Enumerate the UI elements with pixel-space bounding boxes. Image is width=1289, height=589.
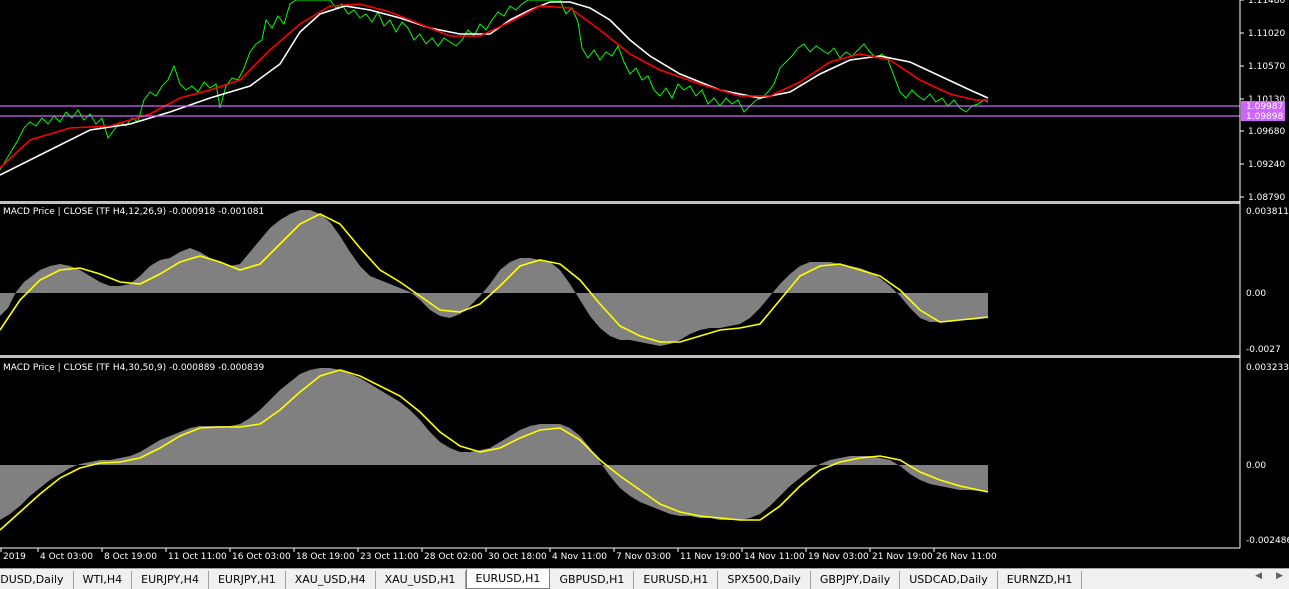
time-tick-label: 7 Nov 03:00 bbox=[616, 552, 671, 562]
macd1-title: MACD Price | CLOSE (TF H4,12,26,9) -0.00… bbox=[3, 207, 264, 217]
macd-histogram bbox=[0, 368, 988, 520]
chart-tab[interactable]: GBPUSD,H1 bbox=[550, 571, 635, 589]
time-tick-label: 8 Oct 19:00 bbox=[104, 552, 157, 562]
chart-tab[interactable]: WTI,H4 bbox=[74, 571, 133, 589]
chart-tab[interactable]: GBPJPY,Daily bbox=[811, 571, 901, 589]
time-tick-label: 18 Oct 19:00 bbox=[296, 552, 355, 562]
price-pane[interactable] bbox=[0, 0, 1240, 201]
chart-tab[interactable]: JDUSD,Daily bbox=[0, 571, 74, 589]
scroll-left-icon[interactable]: ◀ bbox=[1255, 571, 1262, 581]
macd2-axis-label: -0.002486 bbox=[1246, 536, 1289, 546]
chart-tab[interactable]: EURUSD,H1 bbox=[465, 569, 551, 589]
price-tick-label: 1.11480 bbox=[1248, 0, 1285, 6]
time-tick-label: 11 Nov 19:00 bbox=[680, 552, 741, 562]
time-axis[interactable]: 2019 4 Oct 03:00 8 Oct 19:00 11 Oct 11:00 16… bbox=[0, 548, 997, 562]
macd2-axis-label: 0.00 bbox=[1246, 461, 1266, 471]
chart-tab[interactable]: XAU_USD,H4 bbox=[286, 571, 376, 589]
macd2-axis-label: 0.003233 bbox=[1246, 363, 1289, 373]
chart-tab[interactable]: EURJPY,H1 bbox=[209, 571, 286, 589]
macd-pane-1[interactable] bbox=[0, 210, 989, 346]
pane-separator[interactable] bbox=[0, 355, 1289, 358]
chart-tab[interactable]: XAU_USD,H1 bbox=[376, 571, 466, 589]
chart-area[interactable]: 1.114801.110201.105701.101301.096801.092… bbox=[0, 0, 1289, 568]
price-tick-label: 1.10570 bbox=[1248, 62, 1285, 72]
time-tick-label: 16 Oct 03:00 bbox=[232, 552, 291, 562]
price-box-label: 1.09987 bbox=[1246, 102, 1283, 112]
time-tick-label: 28 Oct 02:00 bbox=[424, 552, 483, 562]
tab-scroll-buttons: ◀ ▶ bbox=[1255, 571, 1283, 581]
price-tick-label: 1.08790 bbox=[1248, 193, 1285, 203]
chart-tab[interactable]: EURUSD,H1 bbox=[634, 571, 719, 589]
time-tick-label: 21 Nov 19:00 bbox=[872, 552, 933, 562]
pane-separator[interactable] bbox=[0, 201, 1289, 204]
time-tick-label: 30 Oct 18:00 bbox=[488, 552, 547, 562]
time-tick-label: 19 Nov 03:00 bbox=[808, 552, 869, 562]
macd1-axis-label: -0.0027 bbox=[1246, 345, 1281, 355]
time-tick-label: 2019 bbox=[3, 552, 26, 562]
price-box-label: 1.09898 bbox=[1246, 112, 1283, 122]
time-tick-label: 4 Nov 11:00 bbox=[552, 552, 607, 562]
macd1-axis-label: 0.00 bbox=[1246, 289, 1266, 299]
price-tick-label: 1.09680 bbox=[1248, 127, 1285, 137]
macd-pane-2[interactable] bbox=[0, 368, 989, 531]
macd-histogram bbox=[0, 210, 988, 346]
price-label-boxes: 1.09987 1.09898 bbox=[1241, 101, 1285, 122]
time-tick-label: 11 Oct 11:00 bbox=[168, 552, 227, 562]
price-tick-label: 1.09240 bbox=[1248, 160, 1285, 170]
macd1-axis-label: 0.003811 bbox=[1246, 207, 1289, 217]
chart-tab[interactable]: EURJPY,H4 bbox=[132, 571, 209, 589]
price-tick-label: 1.11020 bbox=[1248, 29, 1285, 39]
chart-tab-bar: JDUSD,Daily WTI,H4 EURJPY,H4 EURJPY,H1 XAU_U… bbox=[0, 568, 1289, 589]
chart-tab[interactable]: EURNZD,H1 bbox=[998, 571, 1083, 589]
time-tick-label: 26 Nov 11:00 bbox=[936, 552, 997, 562]
macd2-title: MACD Price | CLOSE (TF H4,30,50,9) -0.00… bbox=[3, 363, 265, 373]
chart-tab[interactable]: SPX500,Daily bbox=[718, 571, 811, 589]
time-tick-label: 14 Nov 11:00 bbox=[744, 552, 805, 562]
scroll-right-icon[interactable]: ▶ bbox=[1276, 571, 1283, 581]
chart-tab[interactable]: USDCAD,Daily bbox=[900, 571, 998, 589]
time-tick-label: 4 Oct 03:00 bbox=[40, 552, 93, 562]
time-tick-label: 23 Oct 11:00 bbox=[360, 552, 419, 562]
